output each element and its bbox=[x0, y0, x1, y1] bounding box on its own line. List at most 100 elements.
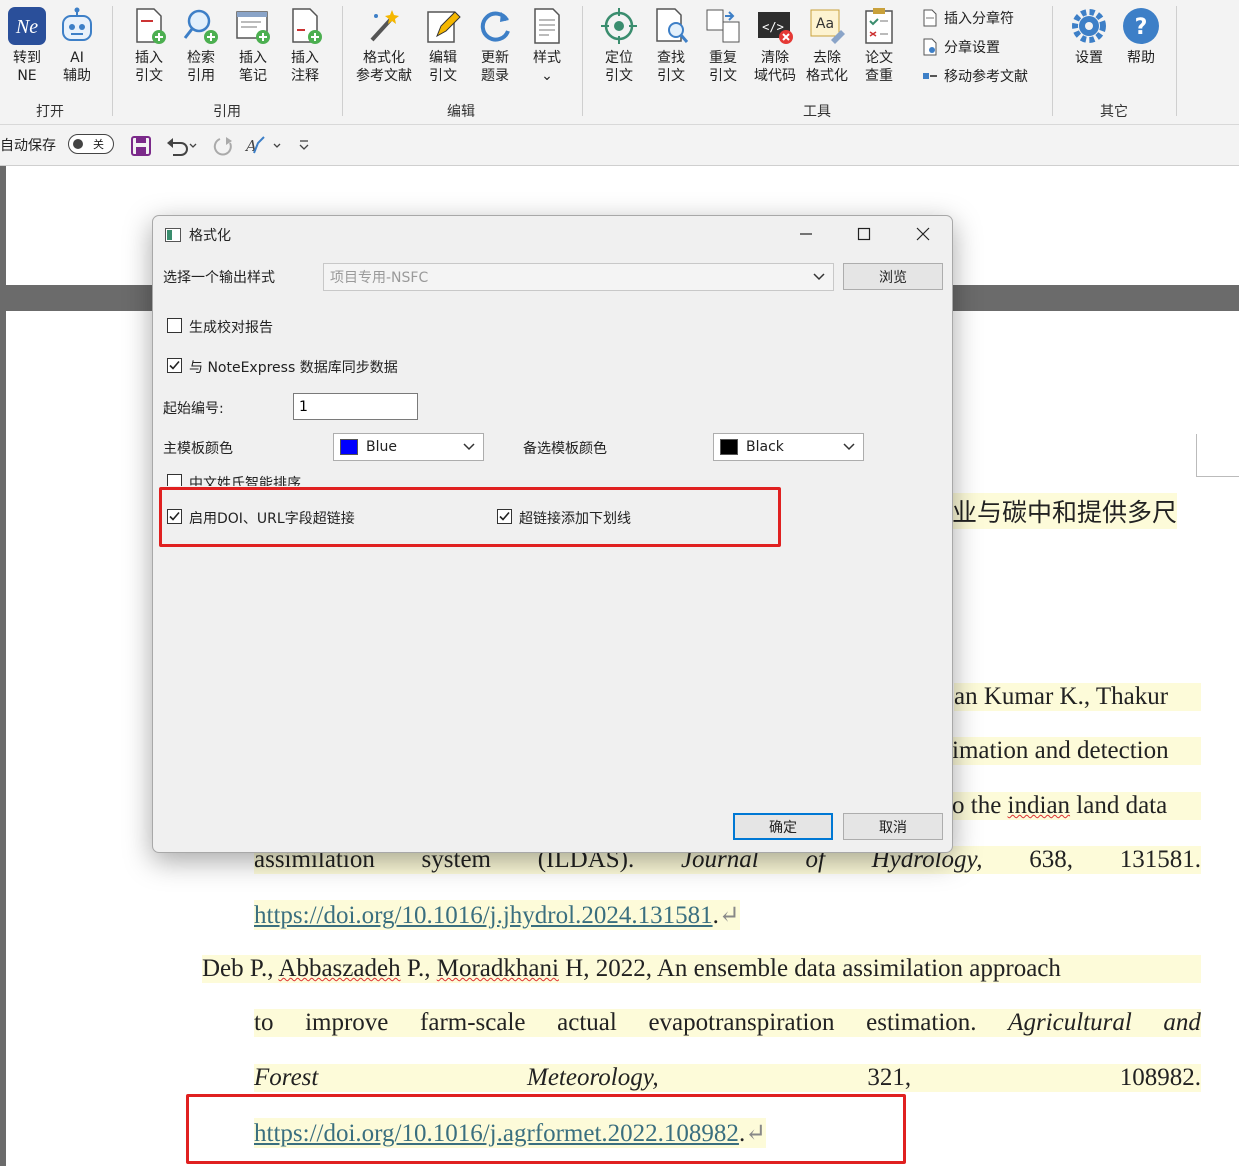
output-style-select[interactable]: 项目专用-NSFC bbox=[323, 263, 834, 291]
clear-code-icon: </> bbox=[758, 12, 793, 44]
refresh-icon bbox=[480, 11, 510, 42]
doc-text-fragment: o the indian land data bbox=[952, 792, 1201, 820]
ai-assist-button[interactable]: AI 辅助 bbox=[52, 6, 102, 90]
checkmark-icon bbox=[169, 360, 180, 370]
spelling-check-icon[interactable]: A bbox=[244, 135, 284, 157]
cancel-button[interactable]: 取消 bbox=[843, 813, 943, 840]
help-button[interactable]: ? 帮助 bbox=[1116, 6, 1166, 90]
group-divider bbox=[342, 6, 343, 116]
duplicate-documents-icon bbox=[706, 9, 740, 43]
sync-database-label: 与 NoteExpress 数据库同步数据 bbox=[189, 360, 398, 376]
reference-2-line: Deb P., Abbaszadeh P., Moradkhani H, 202… bbox=[202, 955, 1201, 983]
gear-icon bbox=[1072, 9, 1106, 43]
group-divider bbox=[1052, 6, 1053, 116]
highlight-box bbox=[159, 487, 781, 547]
cn-sort-checkbox[interactable] bbox=[167, 474, 182, 486]
autosave-label: 自动保存 bbox=[0, 138, 56, 154]
redo-icon[interactable] bbox=[212, 135, 236, 157]
move-references-icon bbox=[923, 73, 937, 79]
chapter-settings-button[interactable]: 分章设置 bbox=[922, 36, 1000, 58]
doc-text-fragment: 业与碳中和提供多尺 bbox=[952, 493, 1178, 529]
ok-button[interactable]: 确定 bbox=[733, 813, 833, 840]
start-number-input[interactable] bbox=[293, 393, 418, 420]
insert-citation-button[interactable]: 插入 引文 bbox=[124, 6, 174, 90]
cn-sort-label: 中文姓氏智能排序 bbox=[189, 476, 301, 486]
doi-hyperlink[interactable]: https://doi.org/10.1016/j.jhydrol.2024.1… bbox=[254, 902, 713, 929]
remove-formatting-button[interactable]: Aa 去除 格式化 bbox=[802, 6, 852, 90]
svg-text:?: ? bbox=[1135, 15, 1148, 40]
generate-report-label: 生成校对报告 bbox=[189, 320, 273, 336]
dialog-titlebar[interactable]: 格式化 bbox=[153, 216, 952, 254]
color-swatch bbox=[340, 439, 358, 455]
doc-text-fragment: an Kumar K., Thakur bbox=[954, 683, 1201, 711]
ribbon-toolbar: Ne 转到 NE AI 辅助 打开 插入 引文 检索 引用 插入 笔记 插入 注… bbox=[0, 0, 1239, 125]
alt-color-select[interactable]: Black bbox=[713, 433, 864, 461]
clear-field-code-button[interactable]: </> 清除 域代码 bbox=[750, 6, 800, 90]
edit-citation-button[interactable]: 编辑 引文 bbox=[418, 6, 468, 90]
chevron-down-icon bbox=[463, 443, 475, 451]
group-label-other: 其它 bbox=[1100, 104, 1128, 120]
undo-icon[interactable] bbox=[165, 135, 197, 157]
sync-database-checkbox[interactable] bbox=[167, 358, 182, 373]
style-document-icon bbox=[534, 8, 560, 44]
update-bibliography-button[interactable]: 更新 题录 bbox=[470, 6, 520, 90]
autosave-toggle[interactable]: 关 bbox=[68, 134, 114, 154]
goto-ne-button[interactable]: Ne 转到 NE bbox=[2, 6, 52, 90]
page-corner-mark bbox=[1196, 434, 1239, 477]
plagiarism-check-button[interactable]: 论文 查重 bbox=[854, 6, 904, 90]
find-citation-button[interactable]: 查找 引文 bbox=[646, 6, 696, 90]
chevron-down-icon bbox=[813, 273, 825, 281]
quick-access-toolbar: 自动保存 关 A bbox=[0, 125, 1239, 166]
reference-2-line: to improve farm-scale actual evapotransp… bbox=[254, 1009, 1201, 1037]
insert-annotation-button[interactable]: 插入 注释 bbox=[280, 6, 330, 90]
dialog-title: 格式化 bbox=[189, 228, 231, 244]
minimize-icon[interactable] bbox=[796, 224, 816, 244]
insert-note-button[interactable]: 插入 笔记 bbox=[228, 6, 278, 90]
insert-note-icon bbox=[236, 11, 270, 44]
color-swatch bbox=[720, 439, 738, 455]
output-style-label: 选择一个输出样式 bbox=[163, 270, 275, 286]
group-label-tools: 工具 bbox=[803, 104, 831, 120]
group-label-cite: 引用 bbox=[213, 104, 241, 120]
settings-button[interactable]: 设置 bbox=[1064, 6, 1114, 90]
insert-annotation-icon bbox=[292, 8, 322, 44]
generate-report-checkbox[interactable] bbox=[167, 318, 182, 333]
reference-2-line: Forest Meteorology, 321, 108982. bbox=[254, 1064, 1201, 1092]
toggle-knob bbox=[73, 139, 83, 149]
group-label-edit: 编辑 bbox=[447, 104, 475, 120]
group-divider bbox=[582, 6, 583, 116]
highlight-box bbox=[186, 1094, 906, 1164]
insert-chapter-break-button[interactable]: 插入分章符 bbox=[922, 7, 1014, 29]
toggle-state-label: 关 bbox=[93, 138, 104, 151]
svg-text:</>: </> bbox=[762, 20, 784, 34]
checklist-icon bbox=[865, 8, 893, 44]
style-dropdown-button[interactable]: 样式 ⌄ bbox=[522, 6, 572, 90]
browse-button[interactable]: 浏览 bbox=[843, 263, 943, 290]
remove-format-icon: Aa bbox=[810, 9, 845, 44]
doc-text-fragment: imation and detection bbox=[952, 737, 1201, 765]
find-document-icon bbox=[656, 8, 689, 43]
maximize-icon[interactable] bbox=[854, 224, 874, 244]
duplicate-citation-button[interactable]: 重复 引文 bbox=[698, 6, 748, 90]
primary-color-select[interactable]: Blue bbox=[333, 433, 484, 461]
magic-wand-icon bbox=[370, 10, 399, 42]
target-icon bbox=[601, 8, 637, 44]
customize-toolbar-icon[interactable] bbox=[296, 137, 312, 153]
move-references-button[interactable]: 移动参考文献 bbox=[922, 65, 1028, 87]
search-citation-button[interactable]: 检索 引用 bbox=[176, 6, 226, 90]
svg-text:Ne: Ne bbox=[15, 16, 38, 38]
locate-citation-button[interactable]: 定位 引文 bbox=[594, 6, 644, 90]
noteexpress-logo-icon: Ne bbox=[8, 7, 46, 45]
primary-color-label: 主模板颜色 bbox=[163, 441, 233, 457]
group-divider bbox=[1176, 6, 1177, 116]
alt-color-label: 备选模板颜色 bbox=[523, 441, 607, 457]
robot-icon bbox=[62, 7, 92, 41]
format-references-button[interactable]: 格式化 参考文献 bbox=[352, 6, 416, 90]
svg-text:Aa: Aa bbox=[816, 16, 834, 32]
search-icon bbox=[183, 9, 218, 44]
cn-sort-row-clipped: 中文姓氏智能排序 bbox=[163, 471, 463, 486]
chevron-down-icon bbox=[843, 443, 855, 451]
close-icon[interactable] bbox=[913, 224, 933, 244]
save-icon[interactable] bbox=[130, 135, 152, 157]
edit-pencil-icon bbox=[427, 11, 461, 43]
